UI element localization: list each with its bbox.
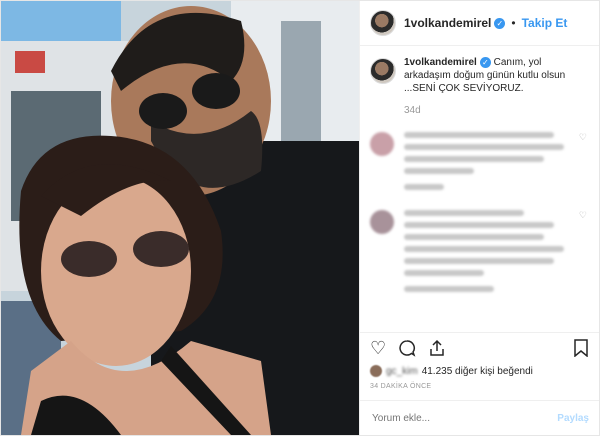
blurred-comment: ♡ [370, 210, 589, 298]
caption-avatar[interactable] [370, 58, 396, 84]
likes-count[interactable]: 41.235 diğer kişi beğendi [422, 366, 533, 377]
action-bar: ♡ [360, 332, 599, 363]
photo-illustration [1, 1, 359, 435]
post-header: 1volkandemirel ✓ • Takip Et [360, 1, 599, 46]
likes-line[interactable]: gc_kim 41.235 diğer kişi beğendi [360, 363, 599, 379]
liker-avatar [370, 365, 382, 377]
blurred-comment-text [404, 210, 569, 298]
caption: 1volkandemirel ✓ Canım, yol arkadaşım doğ… [370, 56, 589, 95]
share-icon[interactable] [428, 339, 446, 357]
heart-icon[interactable]: ♡ [370, 338, 386, 359]
caption-text-block: 1volkandemirel ✓ Canım, yol arkadaşım doğ… [404, 56, 574, 95]
comment-icon[interactable] [398, 339, 416, 357]
avatar[interactable] [370, 10, 396, 36]
blurred-comment-avatar [370, 210, 394, 234]
comment-like-icon[interactable]: ♡ [579, 132, 587, 143]
post-photo[interactable] [1, 1, 359, 435]
liker-name-blurred: gc_kim [386, 365, 418, 377]
caption-verified-icon: ✓ [479, 56, 491, 68]
username-link[interactable]: 1volkandemirel [404, 16, 491, 30]
caption-age: 34d [404, 105, 421, 116]
comment-like-icon[interactable]: ♡ [579, 210, 587, 221]
post-sidebar: 1volkandemirel ✓ • Takip Et 1volkandemir… [359, 1, 599, 435]
blurred-comment: ♡ [370, 132, 589, 196]
post-comment-button[interactable]: Paylaş [557, 413, 589, 424]
bookmark-icon[interactable] [573, 339, 589, 357]
blurred-comment-avatar [370, 132, 394, 156]
caption-username[interactable]: 1volkandemirel [404, 57, 477, 68]
add-comment-bar: Paylaş [360, 400, 599, 435]
instagram-post: 1volkandemirel ✓ • Takip Et 1volkandemir… [0, 0, 600, 436]
blurred-comment-text [404, 132, 569, 196]
verified-badge-icon: ✓ [494, 17, 506, 29]
comment-input[interactable] [370, 411, 558, 425]
follow-button[interactable]: Takip Et [522, 16, 568, 30]
separator-dot: • [511, 16, 516, 30]
post-timestamp: 34 DAKİKA ÖNCE [370, 383, 432, 390]
comments-section: 1volkandemirel ✓ Canım, yol arkadaşım doğ… [360, 46, 599, 332]
